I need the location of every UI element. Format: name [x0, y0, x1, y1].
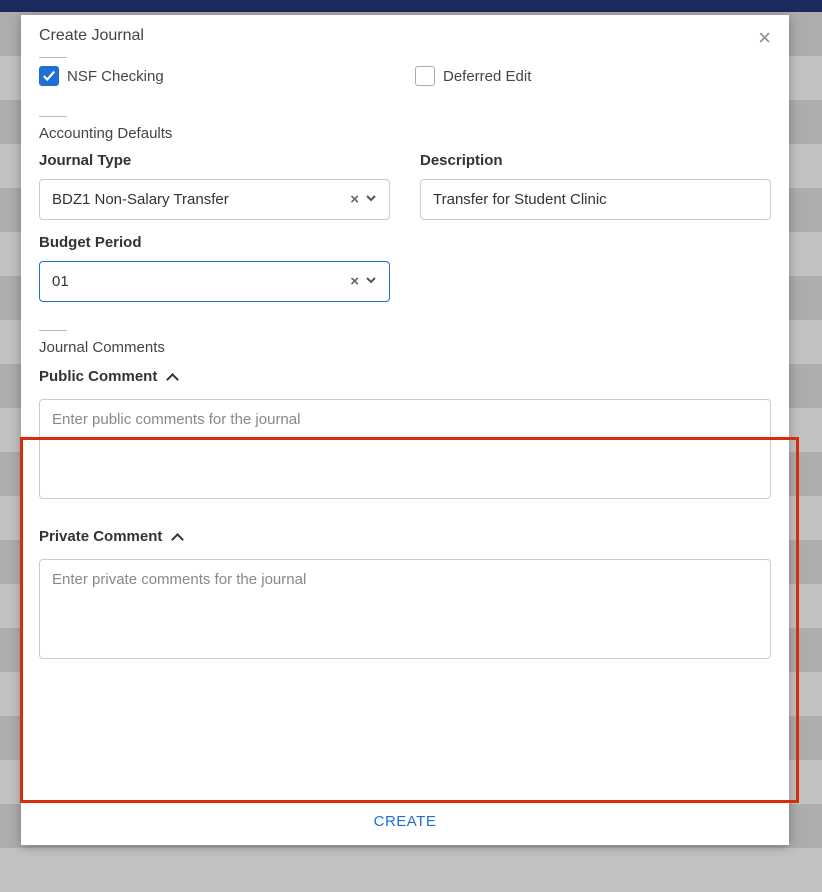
private-comment-label: Private Comment: [39, 528, 162, 545]
journal-type-col: Journal Type BDZ1 Non-Salary Transfer ×: [39, 152, 390, 220]
budget-period-select[interactable]: 01 ×: [39, 261, 390, 302]
journal-type-label: Journal Type: [39, 152, 390, 169]
modal-header: Create Journal ×: [21, 15, 789, 57]
form-row-2: Budget Period 01 ×: [39, 234, 771, 302]
create-button[interactable]: CREATE: [374, 813, 437, 830]
clear-icon[interactable]: ×: [350, 273, 359, 290]
chevron-up-icon: [172, 532, 182, 542]
public-comment-header[interactable]: Public Comment: [39, 368, 771, 385]
journal-type-value: BDZ1 Non-Salary Transfer: [52, 191, 229, 208]
journal-comments-heading: Journal Comments: [39, 339, 771, 356]
form-row-1: Journal Type BDZ1 Non-Salary Transfer × …: [39, 152, 771, 220]
description-label: Description: [420, 152, 771, 169]
public-comment-label: Public Comment: [39, 368, 157, 385]
checkbox-row: NSF Checking Deferred Edit: [39, 66, 771, 86]
nsf-checking-field: NSF Checking: [39, 66, 415, 86]
deferred-label: Deferred Edit: [443, 68, 531, 85]
description-col: Description: [420, 152, 771, 220]
divider: [39, 57, 67, 58]
checkmark-icon: [42, 69, 56, 83]
budget-period-label: Budget Period: [39, 234, 390, 251]
chevron-down-icon[interactable]: [365, 273, 377, 290]
deferred-checkbox[interactable]: [415, 66, 435, 86]
private-comment-textarea[interactable]: [39, 559, 771, 659]
close-icon[interactable]: ×: [758, 27, 771, 49]
modal-title: Create Journal: [39, 27, 144, 45]
divider: [39, 116, 67, 117]
accounting-defaults-heading: Accounting Defaults: [39, 125, 771, 142]
budget-period-col: Budget Period 01 ×: [39, 234, 390, 302]
modal-body[interactable]: NSF Checking Deferred Edit Accounting De…: [21, 57, 789, 801]
nsf-label: NSF Checking: [67, 68, 164, 85]
budget-period-value: 01: [52, 273, 69, 290]
chevron-up-icon: [167, 372, 177, 382]
spacer-col: [420, 234, 771, 302]
private-comment-header[interactable]: Private Comment: [39, 528, 771, 545]
chevron-down-icon[interactable]: [365, 191, 377, 208]
divider: [39, 330, 67, 331]
clear-icon[interactable]: ×: [350, 191, 359, 208]
create-journal-modal: Create Journal × NSF Checking Deferred E…: [21, 15, 789, 845]
modal-footer: CREATE: [21, 801, 789, 845]
description-input[interactable]: [420, 179, 771, 220]
nsf-checkbox[interactable]: [39, 66, 59, 86]
public-comment-textarea[interactable]: [39, 399, 771, 499]
journal-type-select[interactable]: BDZ1 Non-Salary Transfer ×: [39, 179, 390, 220]
deferred-edit-field: Deferred Edit: [415, 66, 531, 86]
